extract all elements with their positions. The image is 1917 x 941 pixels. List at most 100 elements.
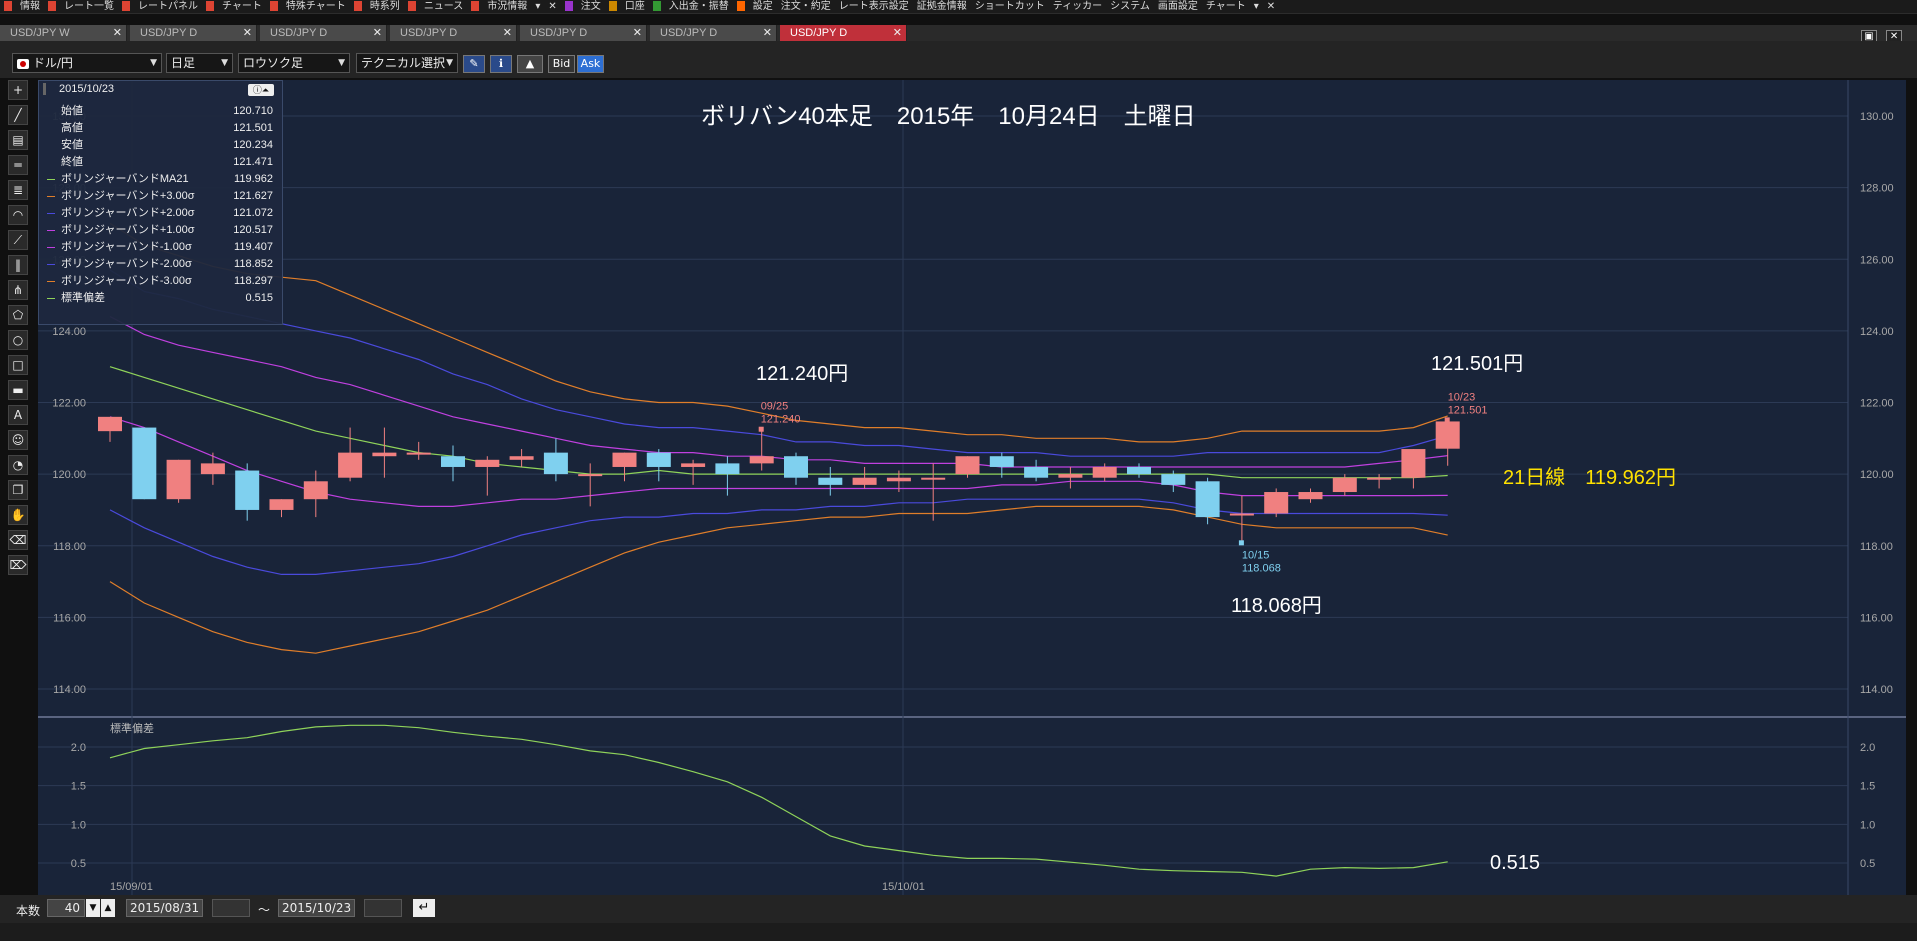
pentagon-icon[interactable]: ⬠ (8, 305, 28, 325)
data-panel-label: 始値 (61, 105, 83, 117)
chart-tab[interactable]: USD/JPY D ✕ (130, 25, 257, 41)
info-icon[interactable]: ℹ (490, 55, 512, 73)
text-icon[interactable]: A (8, 405, 28, 425)
mountain-chart-icon[interactable]: ▲ (517, 55, 543, 73)
tab-close-icon[interactable]: ✕ (243, 25, 252, 41)
trendline-icon[interactable]: ╱ (8, 105, 28, 125)
menu-item[interactable]: 口座 (621, 0, 649, 13)
chart-type-label: ロウソク足 (243, 56, 304, 70)
count-down-icon[interactable]: ▼ (86, 899, 100, 917)
to-time-input[interactable] (364, 899, 402, 917)
horizontal-line-icon[interactable]: ═ (8, 155, 28, 175)
crosshair-icon[interactable]: + (8, 80, 28, 100)
candle-body (303, 481, 328, 500)
symbol-select[interactable]: ドル/円 ▼ (12, 53, 162, 73)
menu-item[interactable]: 設定 (749, 0, 777, 13)
high-marker (758, 426, 764, 432)
tab-close-icon[interactable]: ✕ (763, 25, 772, 41)
from-time-input[interactable] (212, 899, 250, 917)
period-select[interactable]: 日足 ▼ (166, 53, 233, 73)
tab-label: USD/JPY D (660, 27, 718, 39)
data-panel: 2015/10/23 ⓘ⏶ 始値 120.710 高値 121.501 安値 120.23… (38, 80, 283, 325)
tab-close-icon[interactable]: ✕ (503, 25, 512, 41)
menu-item[interactable]: ✕ (544, 0, 560, 13)
menu-item[interactable]: 特殊チャート (282, 0, 350, 13)
hand-icon[interactable]: ✋ (8, 505, 28, 525)
y-tick-label-left: 122.00 (52, 398, 86, 410)
ask-button[interactable]: Ask (577, 55, 604, 73)
candle-body (1401, 449, 1426, 478)
apply-return-icon[interactable]: ↵ (413, 899, 435, 917)
menu-bar: 情報 レート一覧 レートパネル チャート 特殊チャート 時系列 ニュース 市況情報 ▾ ✕ 注文 口座… (0, 0, 1917, 14)
clock-icon[interactable]: ◔ (8, 455, 28, 475)
fan-icon[interactable]: ⟋ (8, 230, 28, 250)
chart-tab[interactable]: USD/JPY D ✕ (390, 25, 517, 41)
sub-panel-title: 標準偏差 (110, 721, 154, 735)
fibonacci-icon[interactable]: ≣ (8, 180, 28, 200)
chart-tab[interactable]: USD/JPY D ✕ (780, 25, 907, 41)
count-up-icon[interactable]: ▲ (101, 899, 115, 917)
pitchfork-icon[interactable]: ⋔ (8, 280, 28, 300)
chart-area[interactable]: 114.00 114.00 116.00 116.00 118.00 118.00 120.… (38, 80, 1906, 895)
high-marker (1444, 417, 1450, 423)
y-tick-label: 124.00 (1860, 326, 1894, 338)
menu-item[interactable]: チャート (1202, 0, 1250, 13)
bid-button[interactable]: Bid (548, 55, 575, 73)
menu-item[interactable]: システム (1106, 0, 1154, 13)
tab-close-icon[interactable]: ✕ (633, 25, 642, 41)
sub-y-tick-label: 1.5 (1860, 781, 1875, 793)
candle-body (784, 456, 808, 478)
chart-tab[interactable]: USD/JPY D ✕ (650, 25, 777, 41)
tab-close-icon[interactable]: ✕ (893, 25, 902, 41)
technical-select[interactable]: テクニカル選択 ▼ (356, 53, 458, 73)
menu-item[interactable]: レート表示設定 (835, 0, 913, 13)
series-color-swatch (47, 179, 55, 180)
menu-item[interactable]: ▾ (1250, 0, 1263, 13)
data-panel-label: ボリンジャーバンド-3.00σ (61, 275, 192, 287)
to-date-input[interactable]: 2015/10/23 (278, 899, 355, 917)
copy-icon[interactable]: ❐ (8, 480, 28, 500)
chart-tab[interactable]: USD/JPY D ✕ (260, 25, 387, 41)
smiley-icon[interactable]: ☺ (8, 430, 28, 450)
menu-item[interactable]: 画面設定 (1154, 0, 1202, 13)
menu-item[interactable]: ▾ (531, 0, 544, 13)
panel-toggle-icon[interactable]: ⓘ⏶ (248, 84, 274, 96)
eraser-all-icon[interactable]: ⌦ (8, 555, 28, 575)
menu-item[interactable]: チャート (218, 0, 266, 13)
data-panel-value: 120.710 (233, 105, 273, 117)
circle-icon[interactable]: ○ (8, 330, 28, 350)
vertical-lines-icon[interactable]: ‖ (8, 255, 28, 275)
menu-item[interactable]: ニュース (420, 0, 468, 13)
menu-item[interactable]: 注文・約定 (777, 0, 835, 13)
chart-tab[interactable]: USD/JPY W ✕ (0, 25, 127, 41)
tab-close-icon[interactable]: ✕ (373, 25, 382, 41)
menu-item[interactable]: 情報 (16, 0, 44, 13)
pen-icon[interactable]: ✎ (463, 55, 485, 73)
chart-tab[interactable]: USD/JPY D ✕ (520, 25, 647, 41)
arc-icon[interactable]: ◠ (8, 205, 28, 225)
menu-item[interactable]: レートパネル (134, 0, 202, 13)
menu-item[interactable]: 入出金・振替 (665, 0, 733, 13)
candle-body (646, 452, 671, 467)
menu-item[interactable]: 証拠金情報 (913, 0, 971, 13)
menu-item[interactable]: レート一覧 (60, 0, 118, 13)
chart-type-select[interactable]: ロウソク足 ▼ (238, 53, 350, 73)
eraser-icon[interactable]: ⌫ (8, 530, 28, 550)
menu-item[interactable]: 注文 (577, 0, 605, 13)
menu-item[interactable]: ショートカット (971, 0, 1049, 13)
candle-body (235, 470, 260, 510)
rectangle-icon[interactable]: □ (8, 355, 28, 375)
menu-item[interactable]: 市況情報 (483, 0, 531, 13)
candle-body (1058, 474, 1083, 478)
menu-item[interactable]: 時系列 (366, 0, 404, 13)
menu-item[interactable]: ✕ (1263, 0, 1279, 13)
menu-item[interactable]: ティッカー (1049, 0, 1106, 13)
from-date-input[interactable]: 2015/08/31 (126, 899, 203, 917)
stddev-line (109, 724, 1448, 877)
series-color-swatch (47, 281, 55, 282)
separator-icon[interactable]: ▬ (8, 380, 28, 400)
tab-close-icon[interactable]: ✕ (113, 25, 122, 41)
ruler-icon[interactable]: ▤ (8, 130, 28, 150)
count-input[interactable]: 40 (47, 899, 85, 917)
data-panel-row: 標準偏差 0.515 (43, 290, 277, 307)
